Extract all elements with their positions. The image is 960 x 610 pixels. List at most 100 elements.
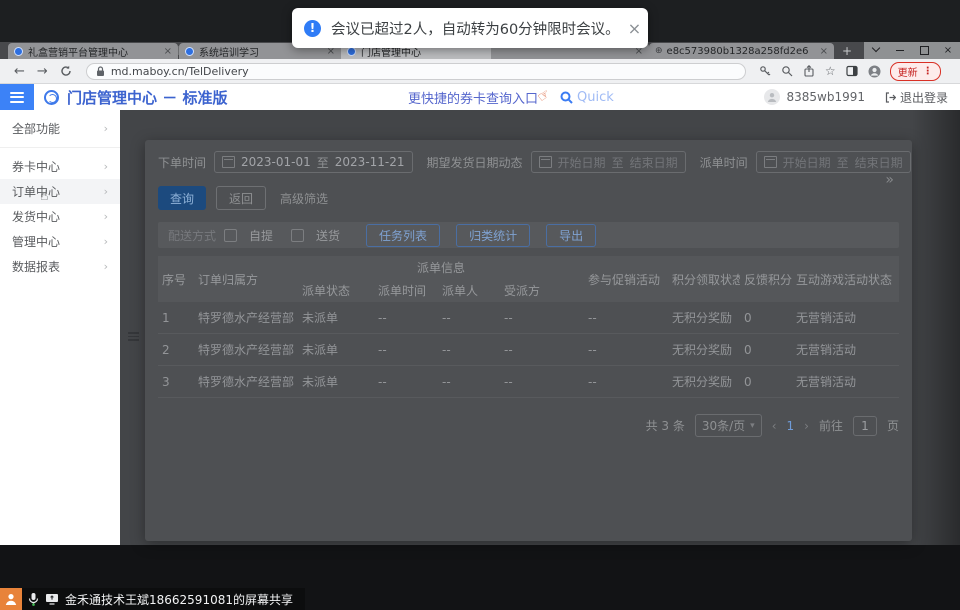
quick-search[interactable]: Quick [560,90,614,105]
cell-status: 未派单 [298,366,374,398]
calendar-icon [539,156,552,168]
share-icon[interactable] [803,65,815,77]
profile-avatar-icon[interactable] [868,65,881,78]
update-label: 更新 [898,64,918,79]
delivery-method-label: 配送方式 [168,227,216,244]
chevron-right-icon: › [104,185,108,198]
forward-icon[interactable]: → [37,64,48,79]
browser-tab-5[interactable]: ⊕ e8c573980b1328a258fd2e6 × [649,43,834,59]
cell-feedback: 0 [740,302,792,334]
table-row[interactable]: 2 特罗德水产经营部 未派单 -- -- -- -- 无积分奖励 0 无营销活动 [158,334,899,366]
chevron-right-icon: › [104,160,108,173]
close-window-button[interactable]: × [936,42,960,59]
site-favicon [185,47,194,56]
maximize-button[interactable] [912,42,936,59]
page-unit-label: 页 [887,417,899,434]
date-start-placeholder: 开始日期 [558,154,606,171]
cell-person: -- [438,366,500,398]
password-key-icon[interactable] [759,65,771,77]
date-start-placeholder: 开始日期 [783,154,831,171]
chevron-right-icon: › [104,210,108,223]
side-panel-icon[interactable] [846,65,858,77]
chevron-down-icon: ▾ [750,421,755,431]
drawer-handle-icon[interactable] [128,330,139,343]
cell-status: 未派单 [298,302,374,334]
col-header-game: 互动游戏活动状态 [792,256,899,302]
expected-ship-date-range-input[interactable]: 开始日期 至 结束日期 [531,151,686,173]
hamburger-menu-button[interactable] [0,84,34,110]
collapse-panel-icon[interactable]: » [885,172,892,188]
address-bar[interactable]: md.maboy.cn/TelDelivery [86,63,746,80]
zoom-icon[interactable] [781,65,793,77]
sidebar-item-coupon-center[interactable]: 券卡中心 › [0,154,120,179]
cell-owner: 特罗德水产经营部 [194,334,298,366]
next-page-button[interactable]: › [804,419,809,433]
sidebar-item-order-center[interactable]: 订单中心 › [0,179,120,204]
cell-owner: 特罗德水产经营部 [194,366,298,398]
tab-search-icon[interactable] [864,42,888,59]
sidebar-item-data-reports[interactable]: 数据报表 › [0,254,120,279]
back-icon[interactable]: ← [14,64,25,79]
chrome-update-badge[interactable]: 更新 ⋮ [890,62,941,81]
chevron-right-icon: › [104,235,108,248]
toast-message: 会议已超过2人，自动转为60分钟限时会议。 [331,18,620,39]
coupon-query-link[interactable]: 更快捷的券卡查询入口 [408,88,538,107]
date-end-value: 2023-11-21 [335,155,405,169]
page-size-select[interactable]: 30条/页 ▾ [695,414,762,437]
delivery-checkbox[interactable] [291,229,304,242]
cell-game: 无营销活动 [792,366,899,398]
username: 8385wb1991 [786,90,865,104]
sidebar-item-shipping-center[interactable]: 发货中心 › [0,204,120,229]
delivery-label: 送货 [316,227,340,244]
back-button[interactable]: 返回 [216,186,266,210]
cell-time: -- [374,366,438,398]
total-count: 共 3 条 [646,417,685,434]
sidebar-item-management-center[interactable]: 管理中心 › [0,229,120,254]
sidebar-item-label: 全部功能 [12,120,60,137]
task-list-button[interactable]: 任务列表 [366,224,440,247]
calendar-icon [764,156,777,168]
prev-page-button[interactable]: ‹ [772,419,777,433]
col-header-feedback: 反馈积分 [740,256,792,302]
sidebar-item-label: 订单中心 [12,183,60,200]
reload-icon[interactable] [60,65,72,77]
bookmark-star-icon[interactable]: ☆ [825,64,836,78]
current-page[interactable]: 1 [787,419,795,433]
sidebar-item-all-functions[interactable]: 全部功能 › [0,116,120,141]
tab-close-icon[interactable]: × [164,46,172,57]
advanced-filter-link[interactable]: 高级筛选 [280,190,328,207]
logout-button[interactable]: 退出登录 [885,89,948,106]
cell-promo: -- [584,334,668,366]
url-text: md.maboy.cn/TelDelivery [111,65,249,78]
minimize-button[interactable] [888,42,912,59]
category-stats-button[interactable]: 归类统计 [456,224,530,247]
new-tab-button[interactable]: + [834,42,860,59]
toast-close-icon[interactable]: × [620,19,641,38]
self-pickup-label: 自提 [249,227,273,244]
filter-label: 期望发货日期动态 [427,154,523,171]
logout-label: 退出登录 [900,89,948,106]
menu-dots-icon[interactable]: ⋮ [923,66,933,77]
search-button[interactable]: 查询 [158,186,206,210]
sidebar-item-label: 发货中心 [12,208,60,225]
dispatch-date-range-input[interactable]: 开始日期 至 结束日期 [756,151,911,173]
screen-share-icon[interactable] [45,593,59,605]
order-date-range-input[interactable]: 2023-01-01 至 2023-11-21 [214,151,413,173]
table-row[interactable]: 3 特罗德水产经营部 未派单 -- -- -- -- 无积分奖励 0 无营销活动 [158,366,899,398]
export-button[interactable]: 导出 [546,224,596,247]
logout-icon [885,92,896,103]
lock-icon [96,66,105,77]
browser-tab-1[interactable]: 礼盒营销平台管理中心 × [8,43,178,59]
microphone-icon[interactable] [28,592,39,606]
col-header-assignee: 受派方 [500,279,584,302]
tab-close-icon[interactable]: × [820,46,828,57]
user-avatar[interactable] [764,89,780,105]
quick-label: Quick [577,90,614,105]
jump-page-input[interactable]: 1 [853,416,877,436]
tab-title: 礼盒营销平台管理中心 [28,44,158,59]
filter-row: 下单时间 2023-01-01 至 2023-11-21 期望发货日期动态 开始… [158,150,899,174]
cell-time: -- [374,334,438,366]
page-size-value: 30条/页 [702,417,745,434]
self-pickup-checkbox[interactable] [224,229,237,242]
table-row[interactable]: 1 特罗德水产经营部 未派单 -- -- -- -- 无积分奖励 0 无营销活动 [158,302,899,334]
